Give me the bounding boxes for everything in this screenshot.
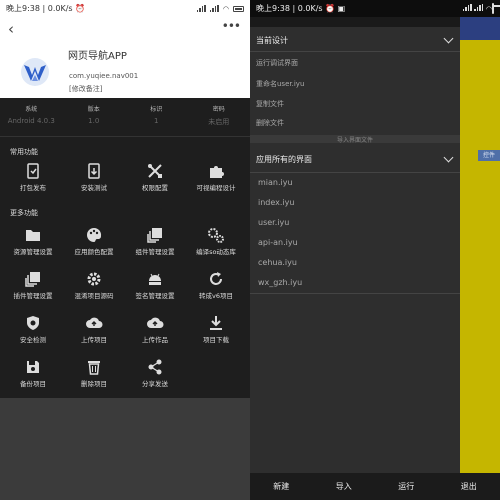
status-speed: 0.0K/s — [297, 4, 323, 13]
cogs-icon — [208, 228, 224, 243]
rename-option[interactable]: 重命名user.iyu — [256, 79, 304, 89]
wifi-icon: ◠ — [222, 4, 229, 13]
bottom-toolbar: 新建 导入 运行 退出 — [250, 473, 500, 500]
meta-id: 标识 1 — [150, 106, 163, 125]
screen-file-item[interactable]: user.iyu — [258, 218, 289, 227]
share-icon — [148, 359, 162, 375]
tools-icon — [148, 164, 162, 178]
save-icon — [27, 361, 39, 373]
import-hint[interactable]: 导入界面文件 — [250, 135, 460, 144]
obfuscate-source-button[interactable]: 混淆项目源码 — [64, 270, 124, 300]
divider — [250, 172, 460, 173]
palette-icon — [87, 227, 102, 242]
copy-file-option[interactable]: 复制文件 — [256, 99, 284, 109]
current-design-title[interactable]: 当前设计 — [256, 35, 288, 46]
more-functions-title: 更多功能 — [10, 209, 38, 217]
status-bar: 晚上9:38 | 0.0K/s ⏰ ▣ ◠ — [250, 0, 500, 17]
app-name: 网页导航APP — [68, 51, 127, 62]
security-check-button[interactable]: 安全检测 — [3, 314, 63, 344]
convert-v6-button[interactable]: 转成v6项目 — [186, 270, 246, 300]
backup-project-button[interactable]: 备份项目 — [3, 358, 63, 388]
back-arrow-icon[interactable]: ‹ — [8, 20, 14, 38]
delete-project-button[interactable]: 删除项目 — [64, 358, 124, 388]
signal-icon — [474, 4, 484, 11]
meta-version: 版本 1.0 — [87, 106, 100, 125]
download-icon — [210, 316, 222, 330]
battery-icon — [233, 5, 244, 12]
run-button[interactable]: 运行 — [398, 481, 414, 492]
puzzle-icon — [210, 166, 224, 178]
project-detail-screen: 晚上9:38 | 0.0K/s ⏰ ◠ ‹ ••• 网页导航APP com.yu… — [0, 0, 250, 500]
screen-file-item[interactable]: api-an.iyu — [258, 238, 298, 247]
install-icon — [88, 163, 100, 179]
all-screens-title[interactable]: 应用所有的界面 — [256, 154, 312, 165]
app-header: ‹ ••• 网页导航APP com.yuqiee.nav001 [修改备注] — [0, 17, 250, 98]
package-icon — [27, 163, 39, 179]
design-canvas — [460, 40, 500, 473]
delete-file-option[interactable]: 删除文件 — [256, 118, 284, 128]
chevron-down-icon[interactable] — [443, 33, 454, 44]
common-functions-title: 常用功能 — [10, 148, 38, 156]
signal-icon — [196, 5, 206, 12]
status-bar: 晚上9:38 | 0.0K/s ⏰ ◠ — [0, 0, 250, 17]
android-icon — [149, 273, 161, 285]
divider — [250, 51, 460, 52]
screen-file-item[interactable]: wx_gzh.iyu — [258, 278, 302, 287]
folder-icon — [26, 230, 40, 241]
refresh-icon — [210, 272, 222, 285]
shield-icon — [27, 316, 39, 330]
component-management-button[interactable]: 组件管理设置 — [125, 226, 185, 256]
widget-chip[interactable]: 控件 — [478, 150, 500, 161]
install-test-button[interactable]: 安装测试 — [64, 162, 124, 192]
color-config-button[interactable]: 应用颜色配置 — [64, 226, 124, 256]
design-canvas-header — [460, 17, 500, 40]
plugin-management-button[interactable]: 插件管理设置 — [3, 270, 63, 300]
run-debug-option[interactable]: 运行调试界面 — [256, 58, 298, 68]
design-drawer: 当前设计 运行调试界面 重命名user.iyu 复制文件 删除文件 导入界面文件… — [250, 27, 460, 473]
cloud-upload-icon — [147, 317, 164, 328]
app-meta-row: 系统 Android 4.0.3 版本 1.0 标识 1 密码 未启用 — [0, 104, 250, 134]
upload-work-button[interactable]: 上传作品 — [125, 314, 185, 344]
layers-icon — [25, 272, 40, 287]
meta-password: 密码 未启用 — [208, 106, 230, 126]
cloud-upload-icon — [86, 317, 103, 328]
upload-project-button[interactable]: 上传项目 — [64, 314, 124, 344]
resource-management-button[interactable]: 资源管理设置 — [3, 226, 63, 256]
chevron-down-icon[interactable] — [443, 152, 454, 163]
design-drawer-screen: 晚上9:38 | 0.0K/s ⏰ ▣ ◠ 控件 当前设计 运行调试界面 重命名… — [250, 0, 500, 500]
compile-so-button[interactable]: 编译so动态库 — [186, 226, 246, 256]
app-logo-icon — [21, 58, 49, 86]
edit-note-link[interactable]: [修改备注] — [69, 84, 102, 94]
meta-system: 系统 Android 4.0.3 — [7, 106, 55, 125]
divider — [0, 136, 250, 137]
status-time: 晚上9:38 — [256, 4, 290, 13]
signature-management-button[interactable]: 签名管理设置 — [125, 270, 185, 300]
import-button[interactable]: 导入 — [336, 481, 352, 492]
permission-config-button[interactable]: 权限配置 — [125, 162, 185, 192]
layers-icon — [147, 228, 162, 243]
app-package: com.yuqiee.nav001 — [69, 72, 139, 80]
screen-file-item[interactable]: cehua.iyu — [258, 258, 297, 267]
new-button[interactable]: 新建 — [273, 481, 289, 492]
exit-button[interactable]: 退出 — [461, 481, 477, 492]
screen-file-item[interactable]: mian.iyu — [258, 178, 293, 187]
status-time: 晚上9:38 — [6, 4, 40, 13]
visual-programming-button[interactable]: 可视编程设计 — [186, 162, 246, 192]
download-project-button[interactable]: 项目下载 — [186, 314, 246, 344]
package-publish-button[interactable]: 打包发布 — [3, 162, 63, 192]
share-send-button[interactable]: 分享发送 — [125, 358, 185, 388]
gear-icon — [87, 272, 101, 286]
screen-file-item[interactable]: index.iyu — [258, 198, 294, 207]
signal-icon — [462, 4, 472, 11]
divider — [250, 293, 460, 294]
bottom-area — [0, 398, 250, 500]
status-speed: 0.0K/s — [47, 4, 73, 13]
battery-icon — [492, 3, 494, 14]
trash-icon — [88, 361, 100, 375]
signal-icon — [209, 5, 219, 12]
more-options-icon[interactable]: ••• — [222, 19, 241, 33]
